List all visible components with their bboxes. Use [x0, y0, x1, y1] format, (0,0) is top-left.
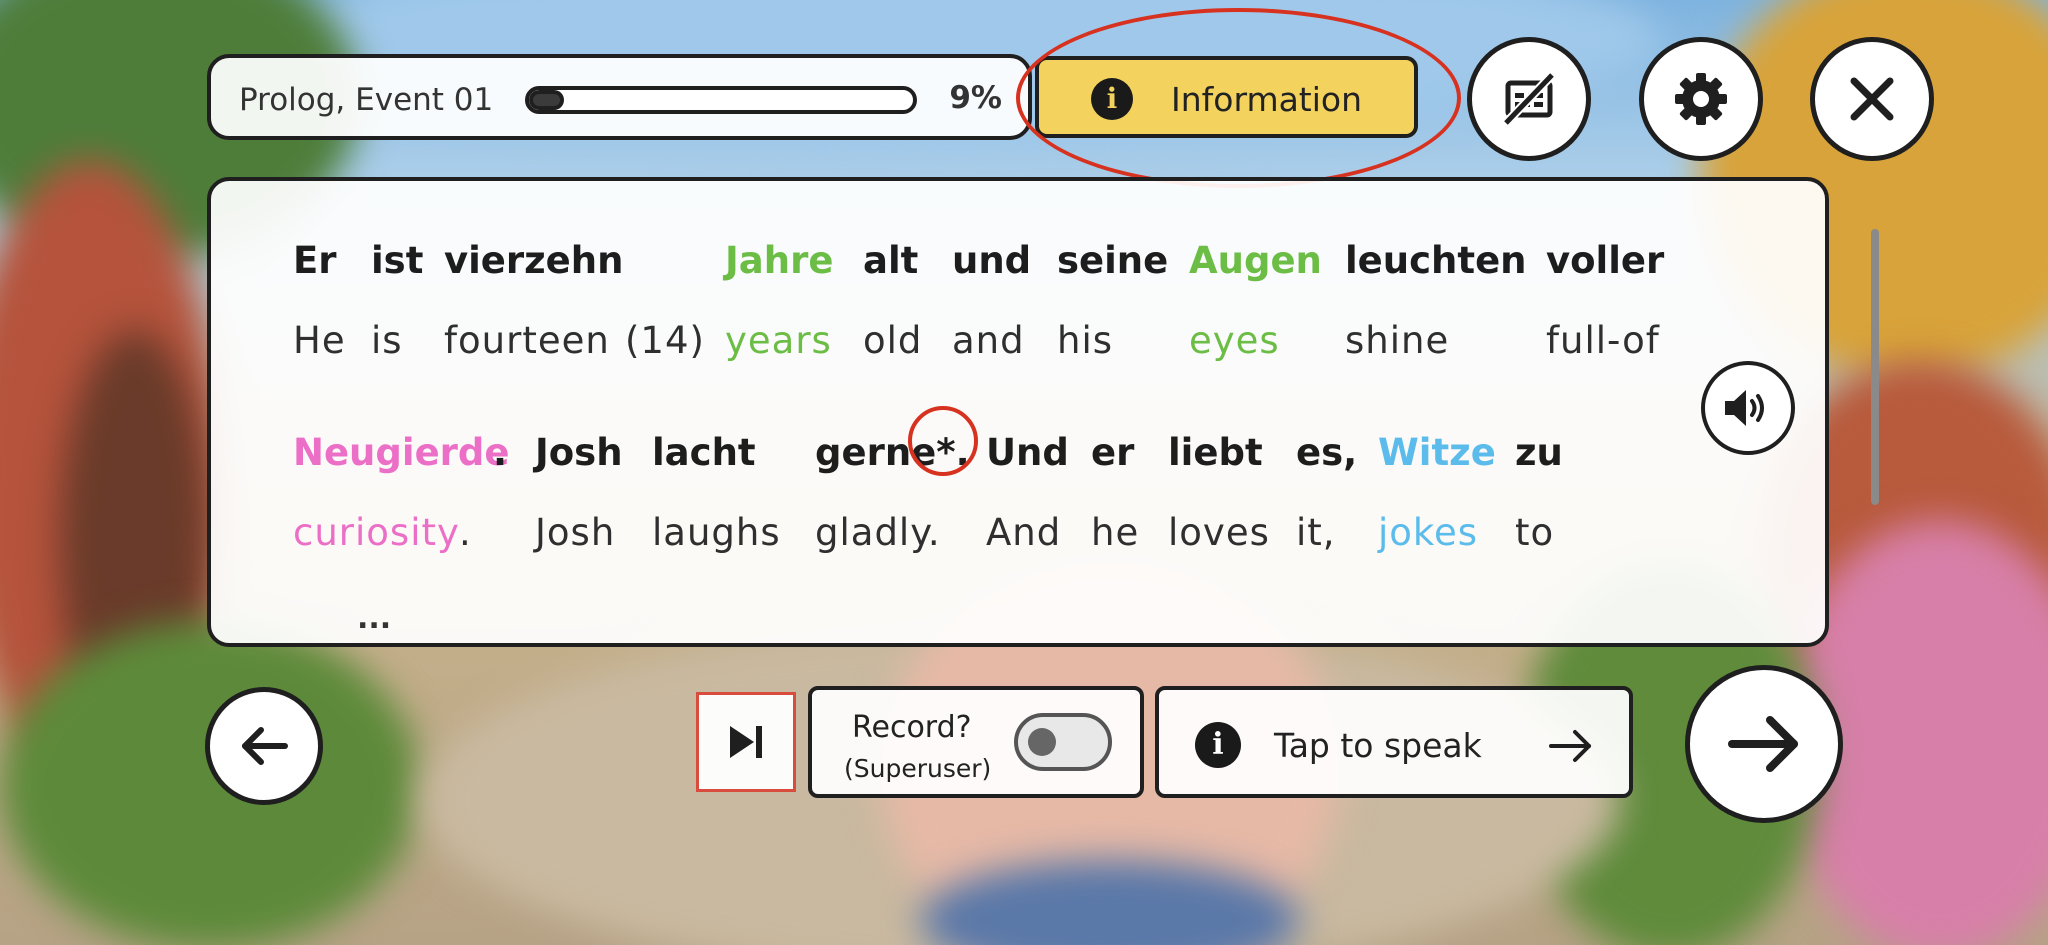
- word-en-punct: .: [459, 511, 472, 554]
- word-en-highlight: curiosity: [293, 511, 460, 554]
- skip-button[interactable]: [696, 692, 796, 792]
- word-de[interactable]: Er: [293, 239, 337, 282]
- word-en: He: [293, 319, 346, 362]
- story-text-card: Er ist vierzehn Jahre alt und seine Auge…: [207, 177, 1879, 647]
- word-en: fourteen: [444, 319, 610, 362]
- progress-bar: [525, 86, 917, 114]
- word-en: Josh: [535, 511, 616, 554]
- subtitles-off-icon: [1502, 71, 1556, 127]
- info-icon: i: [1195, 722, 1241, 768]
- record-sublabel: (Superuser): [844, 754, 992, 783]
- word-de[interactable]: Josh: [535, 431, 623, 474]
- word-en: he: [1091, 511, 1140, 554]
- next-button[interactable]: [1685, 665, 1843, 823]
- word-de[interactable]: liebt: [1168, 431, 1263, 474]
- arrow-right-icon: [1728, 716, 1798, 772]
- record-label: Record?: [852, 710, 972, 745]
- word-de[interactable]: alt: [863, 239, 918, 282]
- progress-percent: 9%: [949, 80, 1002, 116]
- progress-fill: [529, 90, 564, 110]
- word-de[interactable]: Und: [986, 431, 1069, 474]
- information-button[interactable]: i Information: [1035, 56, 1418, 138]
- toggle-knob: [1028, 728, 1056, 756]
- speaker-icon: [1725, 390, 1764, 426]
- tap-to-speak-button[interactable]: i Tap to speak: [1155, 686, 1633, 798]
- word-en: laughs: [652, 511, 781, 554]
- word-en: full-of: [1546, 319, 1660, 362]
- word-de[interactable]: und: [952, 239, 1031, 282]
- previous-button[interactable]: [205, 687, 323, 805]
- close-icon: [1850, 77, 1894, 121]
- word-en: And: [986, 511, 1062, 554]
- information-label: Information: [1171, 80, 1363, 119]
- word-de[interactable]: seine: [1057, 239, 1168, 282]
- close-button[interactable]: [1810, 37, 1934, 161]
- word-de-highlight[interactable]: Witze: [1378, 431, 1496, 474]
- word-en-highlight: years: [725, 319, 832, 362]
- word-de-highlight[interactable]: Neugierde: [293, 431, 510, 474]
- word-en: and: [952, 319, 1025, 362]
- settings-button[interactable]: [1639, 37, 1763, 161]
- word-en: shine: [1345, 319, 1450, 362]
- arrow-right-icon: [1549, 730, 1591, 762]
- word-de[interactable]: ist: [371, 239, 423, 282]
- record-toggle[interactable]: [1014, 713, 1112, 771]
- gear-icon: [1675, 73, 1727, 125]
- word-en: (14): [625, 319, 705, 362]
- word-en: is: [371, 319, 403, 362]
- record-panel: Record? (Superuser): [808, 686, 1144, 798]
- subtitles-toggle-button[interactable]: [1467, 37, 1591, 161]
- word-de-highlight[interactable]: Jahre: [725, 239, 833, 282]
- arrow-left-icon: [242, 727, 288, 765]
- word-de[interactable]: es,: [1296, 431, 1357, 474]
- word-de[interactable]: er: [1091, 431, 1134, 474]
- chapter-label: Prolog, Event 01: [239, 82, 494, 118]
- word-en-highlight: jokes: [1378, 511, 1479, 554]
- word-en: old: [863, 319, 923, 362]
- tap-to-speak-label: Tap to speak: [1274, 726, 1482, 765]
- word-de[interactable]: zu: [1515, 431, 1563, 474]
- scrollbar[interactable]: [1871, 229, 1879, 505]
- info-icon: i: [1091, 78, 1133, 120]
- word-de-highlight[interactable]: Augen: [1189, 239, 1322, 282]
- word-en: to: [1515, 511, 1555, 554]
- skip-next-icon: [730, 726, 762, 758]
- word-en: loves: [1168, 511, 1270, 554]
- word-de[interactable]: vierzehn: [444, 239, 623, 282]
- play-audio-button[interactable]: [1701, 361, 1795, 455]
- word-en: gladly.: [815, 511, 941, 554]
- word-de[interactable]: gerne*.: [815, 431, 970, 474]
- word-de[interactable]: voller: [1546, 239, 1664, 282]
- word-en: it,: [1296, 511, 1336, 554]
- more-text-indicator: ...: [357, 601, 392, 636]
- word-en-highlight: eyes: [1189, 319, 1280, 362]
- progress-panel: Prolog, Event 01 9%: [207, 54, 1032, 140]
- word-en: his: [1057, 319, 1114, 362]
- word-de-punct: .: [493, 431, 508, 474]
- word-de[interactable]: leuchten: [1345, 239, 1527, 282]
- word-de[interactable]: lacht: [652, 431, 756, 474]
